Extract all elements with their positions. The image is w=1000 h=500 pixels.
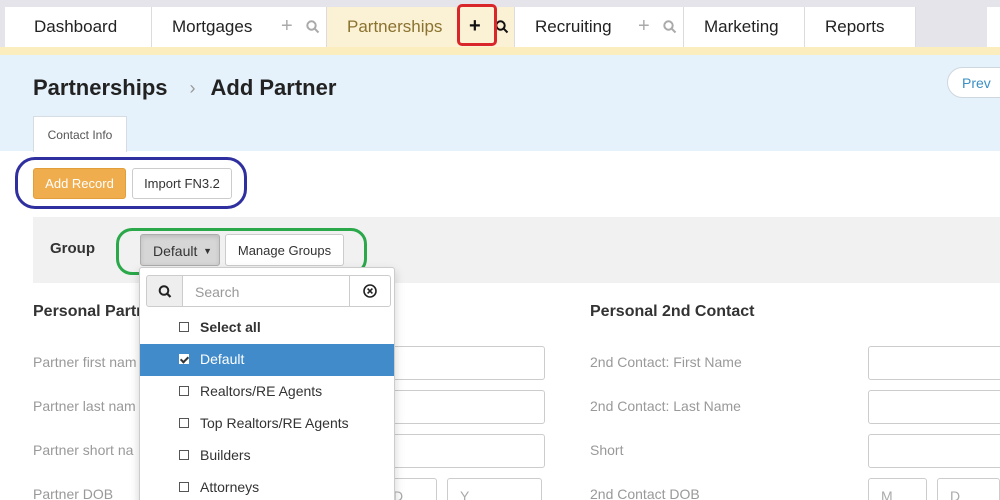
tab-partnerships-label: Partnerships <box>347 17 443 36</box>
dropdown-item-realtors[interactable]: Realtors/RE Agents <box>140 376 394 408</box>
tab-contact-info[interactable]: Contact Info <box>33 116 127 152</box>
second-contact-first-name-label: 2nd Contact: First Name <box>590 354 742 370</box>
tab-reports-label: Reports <box>825 17 885 36</box>
checkbox-icon <box>179 322 189 332</box>
dropdown-item-label: Attorneys <box>200 479 260 495</box>
tab-mortgages-label: Mortgages <box>172 17 253 36</box>
personal-partner-heading: Personal Partn <box>33 303 146 320</box>
checkbox-icon <box>179 450 189 460</box>
partner-last-name-label: Partner last nam <box>33 398 136 414</box>
dropdown-item-label: Default <box>200 351 245 367</box>
tab-bar: Dashboard Mortgages + Partnerships + Rec… <box>0 0 1000 47</box>
page-title: Add Partner <box>210 75 337 100</box>
annotation-blue-ring <box>15 157 247 209</box>
tab-marketing[interactable]: Marketing <box>684 7 805 47</box>
clear-search-icon[interactable] <box>349 275 391 307</box>
active-tab-strip <box>0 47 1000 55</box>
partner-first-name-label: Partner first nam <box>33 354 137 370</box>
dropdown-item-label: Builders <box>200 447 251 463</box>
second-contact-short-input[interactable] <box>868 434 1000 468</box>
partner-dob-label: Partner DOB <box>33 486 114 500</box>
tab-dashboard[interactable]: Dashboard <box>5 7 152 47</box>
breadcrumb: Partnerships › Add Partner <box>33 75 336 101</box>
second-contact-dob-month-input[interactable]: M <box>868 478 927 500</box>
dropdown-item-default[interactable]: Default <box>140 344 394 376</box>
group-search-input[interactable]: Search <box>182 275 350 307</box>
second-contact-first-name-input[interactable] <box>868 346 1000 380</box>
second-contact-short-label: Short <box>590 442 624 458</box>
tab-marketing-label: Marketing <box>704 17 779 36</box>
tab-recruiting-label: Recruiting <box>535 17 612 36</box>
second-contact-dob-label: 2nd Contact DOB <box>590 486 700 500</box>
checkbox-icon <box>179 386 189 396</box>
search-recruiting-icon[interactable] <box>663 17 677 39</box>
dropdown-item-select-all[interactable]: Select all <box>140 312 394 344</box>
group-label: Group <box>50 240 95 257</box>
search-mortgages-icon[interactable] <box>306 17 320 39</box>
dropdown-item-label: Realtors/RE Agents <box>200 383 323 399</box>
tab-recruiting[interactable]: Recruiting + <box>515 7 684 47</box>
partner-dob-year-input[interactable]: Y <box>447 478 542 500</box>
second-contact-dob-day-input[interactable]: D <box>937 478 1000 500</box>
tab-dashboard-label: Dashboard <box>34 17 118 36</box>
add-recruit-icon[interactable]: + <box>638 15 650 37</box>
add-mortgage-icon[interactable]: + <box>281 15 293 37</box>
second-contact-last-name-label: 2nd Contact: Last Name <box>590 398 741 414</box>
checkbox-icon <box>179 482 189 492</box>
annotation-red-box <box>457 4 497 46</box>
second-contact-last-name-input[interactable] <box>868 390 1000 424</box>
breadcrumb-parent[interactable]: Partnerships <box>33 75 168 101</box>
dropdown-item-label: Top Realtors/RE Agents <box>200 415 349 431</box>
personal-2nd-contact-heading: Personal 2nd Contact <box>590 303 755 320</box>
tab-reports[interactable]: Reports <box>805 7 916 47</box>
breadcrumb-chevron-icon: › <box>189 77 196 98</box>
search-partnerships-icon[interactable] <box>495 17 509 39</box>
dropdown-item-label: Select all <box>200 319 261 335</box>
search-icon <box>146 275 183 307</box>
dropdown-item-top-realtors[interactable]: Top Realtors/RE Agents <box>140 408 394 440</box>
checkbox-icon <box>179 418 189 428</box>
prev-button[interactable]: Prev <box>947 67 1000 98</box>
group-dropdown-menu: Search Select all Default Realtors/RE Ag… <box>139 267 395 500</box>
group-search: Search <box>146 275 391 307</box>
checked-checkbox-icon <box>179 354 189 364</box>
dropdown-item-attorneys[interactable]: Attorneys <box>140 472 394 500</box>
page-header: Partnerships › Add Partner Prev Contact … <box>0 55 1000 152</box>
partner-short-name-label: Partner short na <box>33 442 134 458</box>
tab-mortgages[interactable]: Mortgages + <box>152 7 327 47</box>
dropdown-item-builders[interactable]: Builders <box>140 440 394 472</box>
tab-overflow[interactable] <box>987 7 1000 47</box>
